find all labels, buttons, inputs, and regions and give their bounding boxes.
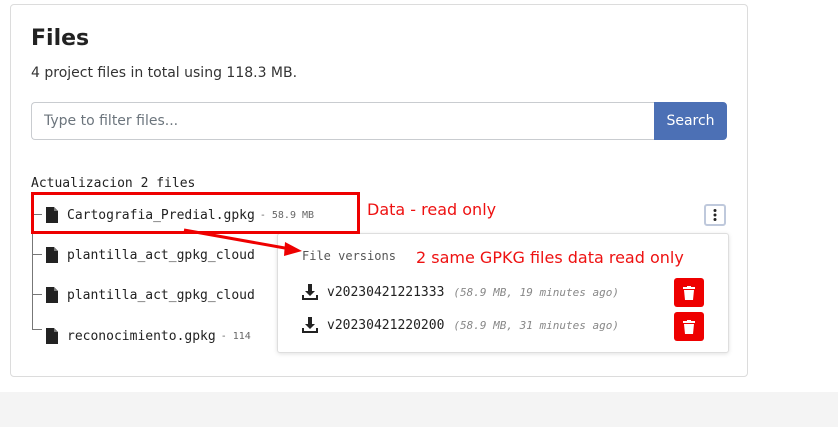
file-row[interactable]: reconocimiento.gpkg - 114 <box>46 326 251 346</box>
delete-version-button[interactable] <box>674 312 704 341</box>
delete-version-button[interactable] <box>674 278 704 307</box>
file-icon <box>46 287 58 303</box>
trash-icon <box>683 285 695 300</box>
page-title: Files <box>31 26 90 51</box>
file-size: - 114 <box>220 330 251 342</box>
file-row[interactable]: plantilla_act_gpkg_cloud <box>46 285 260 305</box>
tree-branch <box>32 254 42 255</box>
version-name: v20230421221333 <box>327 284 445 300</box>
popover-title: File versions <box>302 249 396 263</box>
version-row[interactable]: v20230421220200 (58.9 MB, 31 minutes ago… <box>302 315 619 335</box>
page-footer-band <box>0 392 838 427</box>
files-summary: 4 project files in total using 118.3 MB. <box>31 65 298 81</box>
tree-branch <box>32 294 42 295</box>
file-icon <box>46 328 58 344</box>
version-meta: (58.9 MB, 31 minutes ago) <box>453 318 619 332</box>
download-icon[interactable] <box>302 317 318 333</box>
kebab-menu-icon <box>713 209 717 221</box>
folder-label: Actualizacion 2 files <box>31 176 196 191</box>
download-icon[interactable] <box>302 284 318 300</box>
annotation-data-read-only: Data - read only <box>367 200 497 219</box>
tree-branch <box>32 329 42 330</box>
version-row[interactable]: v20230421221333 (58.9 MB, 19 minutes ago… <box>302 282 619 302</box>
file-name: plantilla_act_gpkg_cloud <box>67 247 255 263</box>
annotation-highlight-box <box>31 192 360 234</box>
file-name: plantilla_act_gpkg_cloud <box>67 287 255 303</box>
filter-files-input[interactable] <box>31 102 656 140</box>
version-meta: (58.9 MB, 19 minutes ago) <box>453 285 619 299</box>
file-menu-button[interactable] <box>704 204 726 226</box>
version-name: v20230421220200 <box>327 317 445 333</box>
file-name: reconocimiento.gpkg <box>67 328 216 344</box>
annotation-same-gpkg: 2 same GPKG files data read only <box>416 248 684 267</box>
trash-icon <box>683 319 695 334</box>
search-button[interactable]: Search <box>654 102 727 140</box>
file-icon <box>46 247 58 263</box>
file-row[interactable]: plantilla_act_gpkg_cloud <box>46 245 260 265</box>
